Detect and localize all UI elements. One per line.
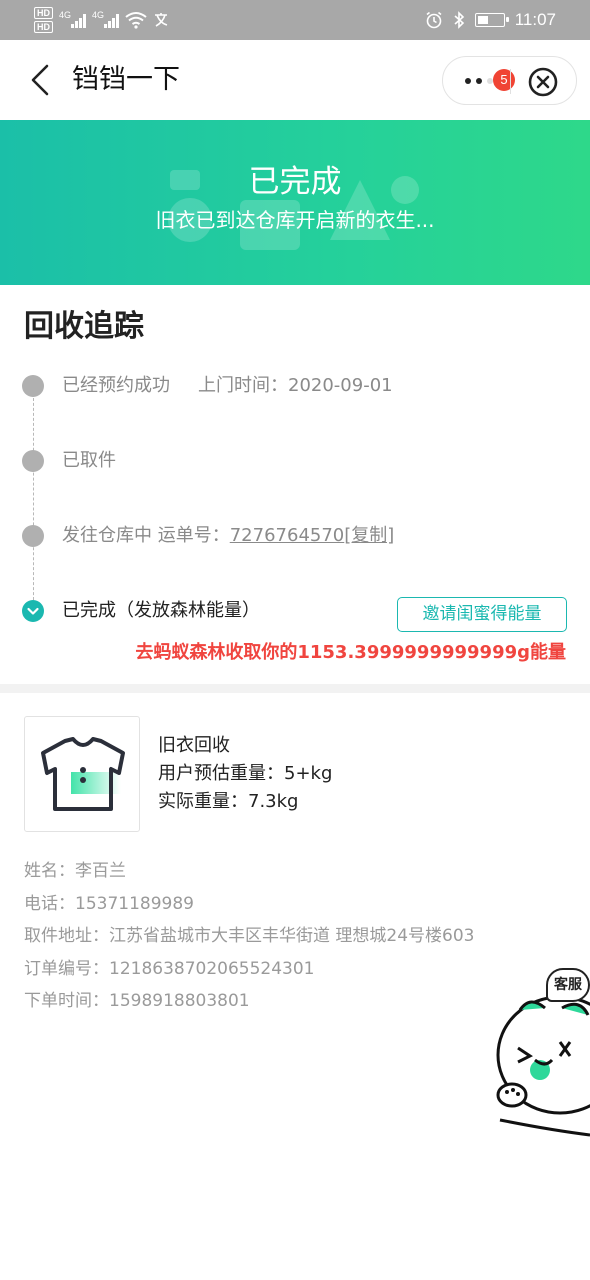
nav-bar: 铛铛一下 5 (0, 40, 590, 120)
order-number: 订单编号：1218638702065524301 (24, 958, 315, 979)
more-dot-icon (465, 78, 471, 84)
step-label: 已经预约成功 (62, 375, 170, 396)
network-type-label: 4G (92, 10, 105, 20)
product-info: 旧衣回收 用户预估重量：5+kg 实际重量：7.3kg (158, 732, 332, 816)
visit-time: 上门时间：2020-09-01 (198, 375, 393, 396)
collect-energy-link[interactable]: 去蚂蚁森林收取你的1153.3999999999999g能量 (135, 639, 566, 667)
estimated-weight: 用户预估重量：5+kg (158, 763, 333, 784)
banner-title: 已完成 (248, 164, 342, 200)
product-image (24, 716, 140, 832)
capsule-divider (510, 69, 511, 94)
customer-service-bubble[interactable]: 客服 (546, 968, 590, 1002)
notification-badge: 5 (493, 69, 515, 91)
pickup-address: 取件地址：江苏省盐城市大丰区丰华街道 理想城24号楼603 (24, 926, 475, 946)
status-bar: HD HD 4G 4G 11:07 (0, 0, 590, 40)
timeline-step-text: 发往仓库中 运单号：7276764570[复制] (62, 521, 394, 551)
status-right: 11:07 (425, 0, 556, 40)
customer-phone: 电话：15371189989 (24, 893, 194, 914)
order-info: 姓名：李百兰 电话：15371189989 取件地址：江苏省盐城市大丰区丰华街道… (24, 855, 474, 1018)
wifi-icon (125, 12, 147, 29)
section-divider (0, 684, 590, 693)
battery-icon (474, 13, 509, 27)
hd-icon: HD (34, 21, 53, 33)
tracking-number-link[interactable]: 7276764570 (230, 525, 345, 546)
step-label: 发往仓库中 运单号： (62, 525, 230, 546)
product-name: 旧衣回收 (158, 735, 230, 756)
tracking-title: 回收追踪 (24, 309, 144, 344)
customer-name: 姓名：李百兰 (24, 861, 126, 881)
timeline-dot-done (22, 600, 44, 622)
status-left: HD HD 4G 4G (34, 5, 173, 35)
page-title: 铛铛一下 (72, 64, 180, 95)
timeline-line (33, 388, 34, 610)
more-dot-icon (476, 78, 482, 84)
tshirt-icon (41, 737, 125, 811)
hd-indicators: HD HD (34, 7, 53, 33)
order-time: 下单时间：1598918803801 (24, 991, 250, 1011)
status-banner: 已完成 旧衣已到达仓库开启新的衣生... (0, 120, 590, 285)
bluetooth-icon (454, 11, 464, 29)
actual-weight: 实际重量：7.3kg (158, 791, 299, 812)
signal-icon: 4G (92, 10, 119, 28)
check-icon (27, 607, 39, 615)
clock-time: 11:07 (514, 10, 556, 29)
copy-link[interactable]: [复制] (344, 525, 394, 546)
banner-subtitle: 旧衣已到达仓库开启新的衣生... (155, 208, 435, 232)
more-button[interactable]: 5 (457, 67, 515, 95)
alarm-icon (426, 11, 442, 29)
timeline-dot (22, 525, 44, 547)
signal-icon: 4G (59, 10, 86, 28)
network-type-label: 4G (59, 10, 72, 20)
back-button[interactable] (22, 60, 58, 100)
close-circle-icon (528, 67, 558, 97)
invite-friend-button[interactable]: 邀请闺蜜得能量 (397, 597, 567, 632)
mini-program-capsule: 5 (442, 56, 577, 105)
step-label: 已取件 (62, 450, 116, 471)
step-label: 已完成（发放森林能量） (62, 600, 260, 621)
hd-icon: HD (34, 7, 53, 19)
timeline-dot (22, 375, 44, 397)
timeline-dot (22, 450, 44, 472)
translate-icon (155, 13, 168, 27)
chevron-left-icon (31, 64, 49, 96)
close-button[interactable] (527, 66, 559, 98)
timeline-step-text: 已经预约成功 上门时间：2020-09-01 (62, 371, 393, 401)
